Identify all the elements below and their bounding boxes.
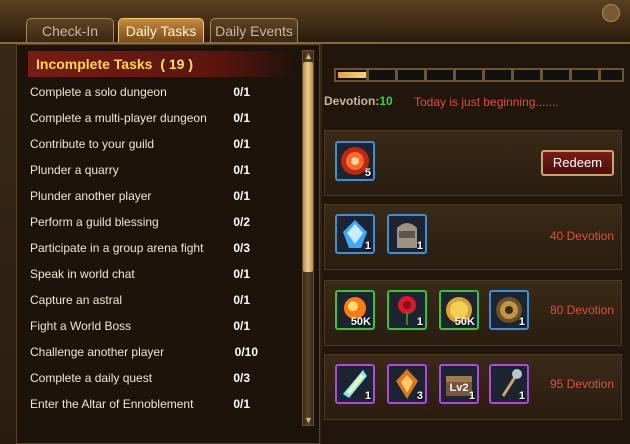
- progress-divider: [511, 70, 514, 80]
- task-name: Participate in a group arena fight: [30, 241, 204, 255]
- task-progress: 0/1: [233, 319, 250, 333]
- incomplete-tasks-count: ( 19 ): [160, 56, 194, 72]
- progress-divider: [598, 70, 601, 80]
- reward-threshold-label: 95 Devotion: [549, 377, 614, 391]
- task-progress: 0/1: [233, 293, 250, 307]
- task-name: Complete a multi-player dungeon: [30, 111, 207, 125]
- task-row: Speak in world chat 0/1: [30, 261, 300, 287]
- task-progress: 0/1: [233, 267, 250, 281]
- progress-divider: [424, 70, 427, 80]
- reward-item[interactable]: Lv2 1: [439, 364, 479, 404]
- task-name: Fight a World Boss: [30, 319, 132, 333]
- task-name: Plunder a quarry: [30, 163, 119, 177]
- task-progress: 0/3: [233, 371, 250, 385]
- devotion-label: Devotion:: [324, 94, 380, 108]
- task-name: Perform a guild blessing: [30, 215, 159, 229]
- task-row: Participate in a group arena fight 0/3: [30, 235, 300, 261]
- reward-item[interactable]: 3: [387, 364, 427, 404]
- reward-threshold-label: 40 Devotion: [549, 229, 614, 243]
- item-quantity: 1: [364, 240, 371, 252]
- item-quantity: 1: [468, 390, 475, 402]
- item-quantity: 1: [518, 316, 525, 328]
- progress-divider: [569, 70, 572, 80]
- task-progress: 0/1: [233, 163, 250, 177]
- reward-item[interactable]: 5: [335, 141, 375, 181]
- item-quantity: 50K: [350, 316, 371, 328]
- item-quantity: 1: [416, 240, 423, 252]
- task-name: Complete a solo dungeon: [30, 85, 167, 99]
- task-row: Plunder a quarry 0/1: [30, 157, 300, 183]
- task-name: Complete a daily quest: [30, 371, 153, 385]
- task-name: Challenge another player: [30, 345, 165, 359]
- scrollbar-thumb[interactable]: [303, 62, 313, 272]
- chest-level-badge: Lv2: [450, 382, 469, 394]
- progress-divider: [540, 70, 543, 80]
- task-progress: 0/1: [233, 189, 250, 203]
- task-name: Speak in world chat: [30, 267, 135, 281]
- progress-divider: [395, 70, 398, 80]
- task-progress: 0/2: [233, 215, 250, 229]
- task-row: Complete a multi-player dungeon 0/1: [30, 105, 300, 131]
- task-name: Capture an astral: [30, 293, 123, 307]
- reward-item[interactable]: 1: [489, 290, 529, 330]
- reward-item[interactable]: 1: [387, 290, 427, 330]
- devotion-value: 10: [379, 94, 393, 108]
- reward-item[interactable]: 1: [489, 364, 529, 404]
- progress-divider: [366, 70, 369, 80]
- item-quantity: 1: [416, 316, 423, 328]
- reward-item[interactable]: 1: [335, 364, 375, 404]
- progress-divider: [453, 70, 456, 80]
- task-progress: 0/1: [233, 85, 250, 99]
- progress-divider: [482, 70, 485, 80]
- reward-threshold-label: 80 Devotion: [549, 303, 614, 317]
- task-row: Fight a World Boss 0/1: [30, 313, 300, 339]
- reward-item[interactable]: 1: [387, 214, 427, 254]
- item-quantity: 1: [518, 390, 525, 402]
- reward-item[interactable]: 50K: [439, 290, 479, 330]
- task-progress: 0/3: [233, 241, 250, 255]
- redeem-button[interactable]: Redeem: [541, 150, 614, 176]
- task-row: Perform a guild blessing 0/2: [30, 209, 300, 235]
- task-progress: 0/1: [233, 397, 250, 411]
- task-row: Challenge another player 0/10: [30, 339, 300, 365]
- task-row: Complete a solo dungeon 0/1: [30, 79, 300, 105]
- scroll-down-icon[interactable]: ▼: [304, 416, 313, 425]
- reward-item[interactable]: 50K: [335, 290, 375, 330]
- item-quantity: 5: [364, 167, 371, 179]
- scroll-up-icon[interactable]: ▲: [304, 52, 313, 61]
- devotion-message: Today is just beginning.......: [414, 95, 559, 109]
- task-progress: 0/10: [234, 345, 258, 359]
- task-row: Complete a daily quest 0/3: [30, 365, 300, 391]
- task-progress: 0/1: [233, 137, 250, 151]
- incomplete-tasks-header: Incomplete Tasks ( 19 ): [28, 51, 300, 77]
- task-progress: 0/1: [233, 111, 250, 125]
- item-quantity: 50K: [454, 316, 475, 328]
- devotion-progress-bar: [334, 68, 624, 82]
- devotion-counter: Devotion:10: [324, 94, 393, 108]
- task-row: Contribute to your guild 0/1: [30, 131, 300, 157]
- item-quantity: 1: [364, 390, 371, 402]
- task-row: Capture an astral 0/1: [30, 287, 300, 313]
- reward-item[interactable]: 1: [335, 214, 375, 254]
- item-quantity: 3: [416, 390, 423, 402]
- task-name: Plunder another player: [30, 189, 152, 203]
- close-button[interactable]: [602, 4, 620, 22]
- task-row: Enter the Altar of Ennoblement 0/1: [30, 391, 300, 417]
- devotion-progress-fill: [338, 72, 366, 78]
- task-row: Plunder another player 0/1: [30, 183, 300, 209]
- incomplete-tasks-title: Incomplete Tasks: [36, 56, 153, 72]
- tab-daily-events[interactable]: Daily Events: [210, 18, 298, 42]
- tab-check-in[interactable]: Check-In: [26, 18, 114, 42]
- tab-daily-tasks[interactable]: Daily Tasks: [118, 18, 204, 42]
- task-name: Contribute to your guild: [30, 137, 155, 151]
- task-name: Enter the Altar of Ennoblement: [30, 397, 194, 411]
